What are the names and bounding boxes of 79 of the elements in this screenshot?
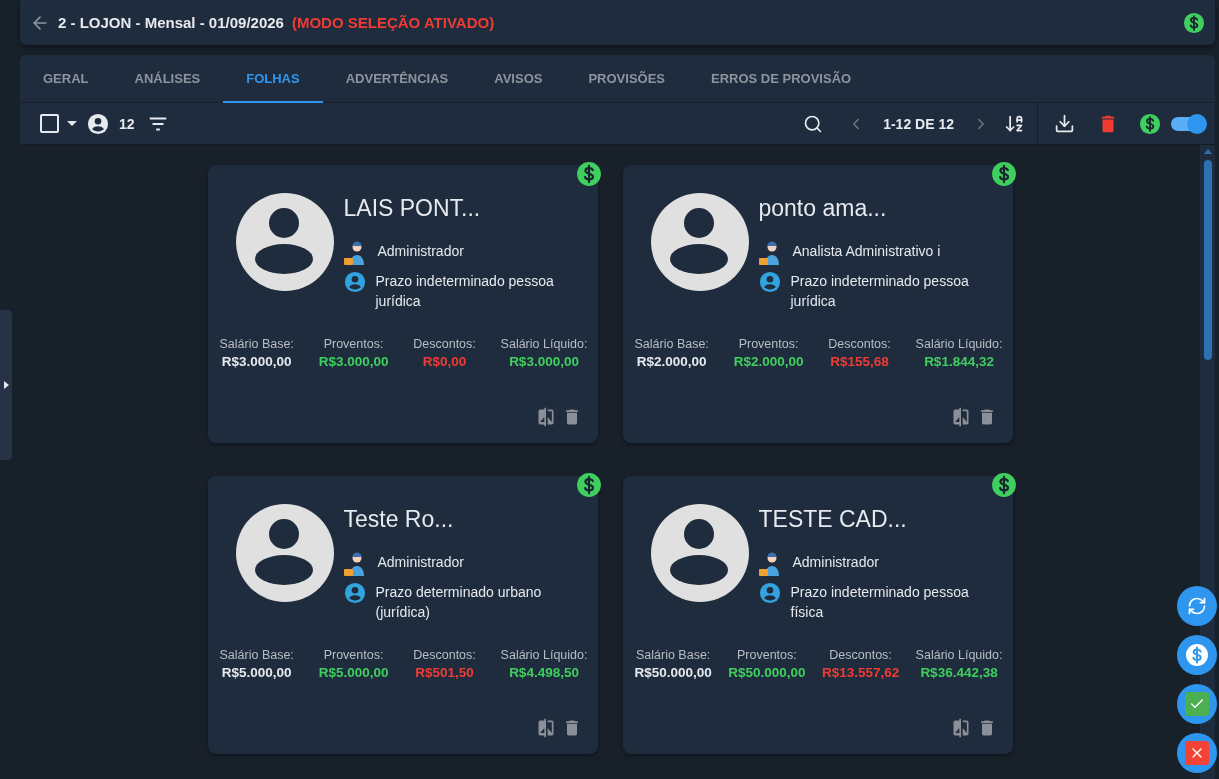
tab[interactable]: PROVISÕES — [565, 55, 688, 103]
sort-icon[interactable] — [1004, 113, 1025, 134]
value-label: Descontos: — [828, 337, 891, 351]
amount-text: R$3.000,00 — [318, 354, 389, 369]
amount-text: R$5.000,00 — [318, 665, 389, 680]
value-label: Salário Base: — [219, 337, 294, 351]
close-icon — [1185, 741, 1209, 765]
dollar-icon — [990, 472, 1017, 498]
tab[interactable]: ANÁLISES — [111, 55, 224, 103]
amount-text: R$13.557,62 — [821, 665, 900, 680]
dollar-icon — [990, 161, 1017, 187]
value-label: Proventos: — [737, 648, 797, 662]
dollar-icon[interactable] — [1139, 112, 1161, 135]
expand-icon — [3, 381, 9, 389]
amount-text: R$50.000,00 — [634, 665, 712, 680]
scroll-thumb[interactable] — [1203, 160, 1212, 360]
contract-text: Prazo indeterminado pessoa jurídica — [375, 272, 555, 311]
role-text: Administrador — [377, 553, 465, 572]
select-all-checkbox[interactable] — [40, 114, 59, 133]
value-label: Proventos: — [323, 648, 384, 662]
caret-icon[interactable] — [67, 120, 77, 127]
contract-text: Prazo indeterminado pessoa jurídica — [790, 272, 970, 311]
person-icon — [343, 271, 366, 293]
refresh-icon — [1187, 596, 1207, 616]
tab[interactable]: AVISOS — [471, 55, 566, 103]
scroll-up-icon[interactable] — [1203, 149, 1212, 154]
employee-name: ponto ama... — [758, 195, 888, 223]
check-icon — [1185, 692, 1209, 716]
toggle-switch[interactable] — [1171, 113, 1207, 134]
value-label: Salário Líquido: — [915, 337, 1003, 351]
amount-text: R$1.844,32 — [924, 354, 994, 369]
amount-text: R$0,00 — [422, 354, 467, 369]
search-icon[interactable] — [803, 113, 824, 134]
dollar-icon — [575, 161, 602, 187]
contract-text: Prazo determinado urbano (jurídica) — [375, 583, 543, 622]
dollar-icon — [1183, 11, 1205, 34]
dollar-icon — [1185, 643, 1209, 667]
amount-text: R$155,68 — [830, 354, 889, 369]
employee-name: LAIS PONT... — [343, 195, 482, 223]
mode-label: (MODO SELEÇÃO ATIVADO) — [291, 14, 495, 31]
amount-text: R$501,50 — [415, 665, 474, 680]
amount-text: R$3.000,00 — [221, 354, 292, 369]
value-label: Salário Base: — [219, 648, 294, 662]
tab[interactable]: GERAL — [20, 55, 112, 103]
dollar-icon — [575, 472, 602, 498]
person-icon — [343, 582, 366, 604]
value-label: Salário Líquido: — [500, 648, 588, 662]
count: 12 — [119, 115, 135, 132]
person-icon — [758, 271, 781, 293]
amount-text: R$2.000,00 — [636, 354, 707, 369]
pagination-label: 1-12 DE 12 — [883, 115, 954, 132]
tab[interactable]: ERROS DE PROVISÃO — [688, 55, 875, 103]
role-text: Analista Administrativo i — [792, 242, 942, 261]
value-label: Salário Base: — [636, 648, 711, 662]
value-label: Salário Base: — [634, 337, 709, 351]
page-title: 2 - LOJON - Mensal - 01/09/2026 — [58, 14, 284, 31]
amount-text: R$3.000,00 — [509, 354, 579, 369]
value-label: Descontos: — [413, 337, 476, 351]
value-label: Salário Líquido: — [915, 648, 1003, 662]
amount-text: R$4.498,50 — [509, 665, 579, 680]
role-text: Administrador — [377, 242, 465, 261]
person-icon — [87, 112, 109, 135]
value-label: Proventos: — [738, 337, 799, 351]
person-icon — [758, 582, 781, 604]
value-label: Salário Líquido: — [500, 337, 588, 351]
value-label: Descontos: — [413, 648, 476, 662]
employee-name: Teste Ro... — [343, 506, 455, 534]
amount-text: R$5.000,00 — [221, 665, 292, 680]
tab[interactable]: ADVERTÊNCIAS — [322, 55, 472, 103]
amount-text: R$2.000,00 — [733, 354, 804, 369]
contract-text: Prazo indeterminado pessoa física — [790, 583, 970, 622]
value-label: Proventos: — [323, 337, 384, 351]
employee-name: TESTE CAD... — [758, 506, 908, 534]
download-icon[interactable] — [1054, 113, 1075, 134]
amount-text: R$50.000,00 — [728, 665, 806, 680]
value-label: Descontos: — [829, 648, 892, 662]
amount-text: R$36.442,38 — [920, 665, 998, 680]
side-handle[interactable] — [0, 310, 12, 460]
role-text: Administrador — [792, 553, 880, 572]
